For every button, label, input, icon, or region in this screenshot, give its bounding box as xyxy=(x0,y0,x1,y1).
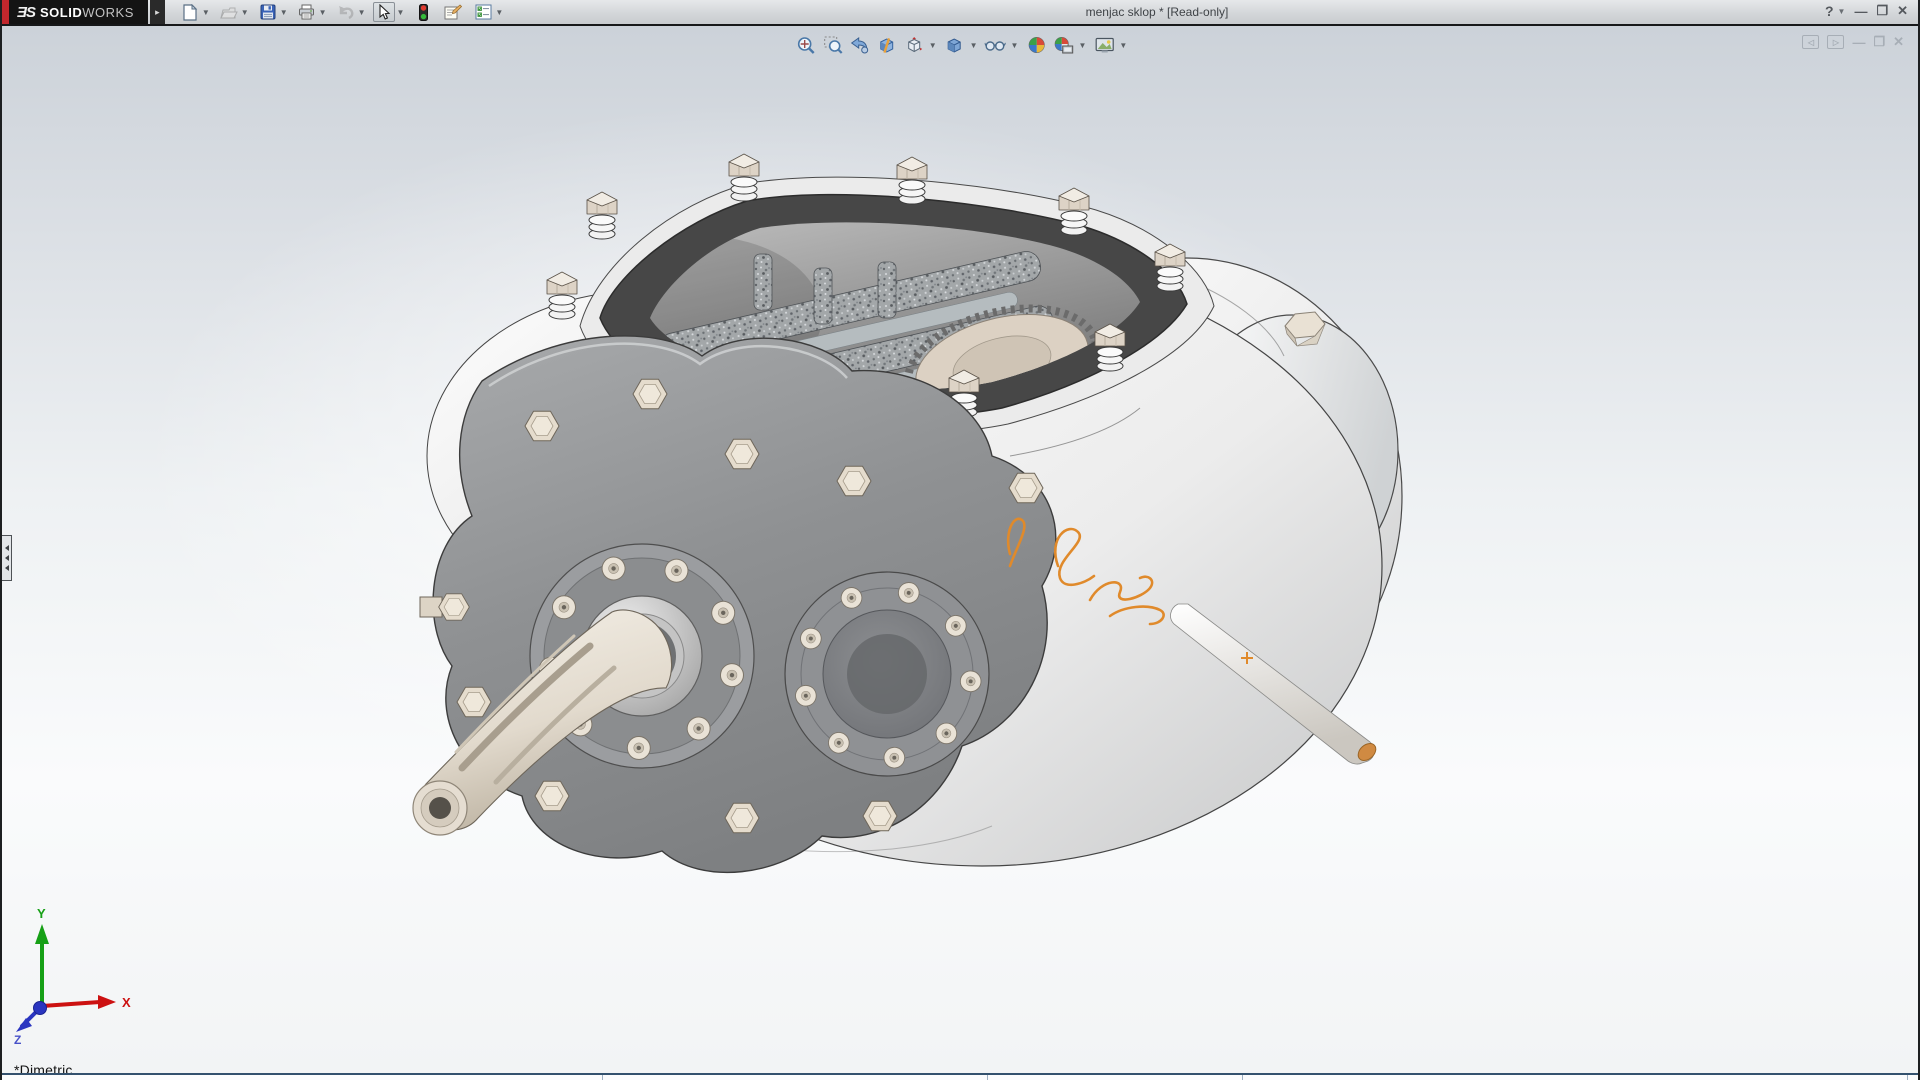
open-button[interactable] xyxy=(218,2,240,22)
solidworks-logo: ƎS SOLIDWORKS xyxy=(2,0,148,24)
display-style-dropdown[interactable]: ▼ xyxy=(970,41,978,50)
status-divider xyxy=(1242,1075,1243,1080)
traffic-light-icon xyxy=(419,4,428,21)
select-cursor-icon xyxy=(377,4,391,20)
solidworks-window: ƎS SOLIDWORKS ▸ ▼ ▼ ▼ ▼ ▼ ▼ xyxy=(0,0,1920,1080)
options-button[interactable] xyxy=(472,2,494,22)
apply-scene-dropdown[interactable]: ▼ xyxy=(1078,41,1086,50)
eyeglasses-icon xyxy=(985,38,1006,52)
triad-y-label: Y xyxy=(37,906,46,921)
open-folder-icon xyxy=(220,5,238,20)
print-button[interactable] xyxy=(296,2,318,22)
edit-note-icon xyxy=(444,4,462,20)
main-toolbar: ▼ ▼ ▼ ▼ ▼ ▼ ▼ xyxy=(179,2,509,22)
new-document-icon xyxy=(182,4,198,21)
view-orientation-label: *Dimetric xyxy=(14,1062,73,1073)
hide-show-dropdown[interactable]: ▼ xyxy=(1011,41,1019,50)
display-style-icon xyxy=(945,36,964,55)
save-button[interactable] xyxy=(257,2,279,22)
section-view-icon xyxy=(877,36,896,55)
rebuild-button[interactable] xyxy=(412,2,434,22)
triad-z-label: Z xyxy=(14,1033,21,1047)
window-controls: ? ▼ — ❐ ✕ xyxy=(1825,3,1908,19)
view-orientation-dropdown[interactable]: ▼ xyxy=(929,41,937,50)
doc-minimize-button[interactable]: — xyxy=(1852,35,1865,50)
title-bar: ƎS SOLIDWORKS ▸ ▼ ▼ ▼ ▼ ▼ ▼ xyxy=(2,0,1918,24)
save-dropdown[interactable]: ▼ xyxy=(280,8,288,17)
status-divider xyxy=(987,1075,988,1080)
zoom-to-area-button[interactable] xyxy=(822,34,844,56)
print-dropdown[interactable]: ▼ xyxy=(319,8,327,17)
undo-dropdown[interactable]: ▼ xyxy=(358,8,366,17)
view-settings-dropdown[interactable]: ▼ xyxy=(1119,41,1127,50)
options-dropdown[interactable]: ▼ xyxy=(495,8,503,17)
save-floppy-icon xyxy=(260,4,276,20)
close-button[interactable]: ✕ xyxy=(1897,3,1908,19)
collapse-left-pane-button[interactable]: ◁ xyxy=(1802,35,1819,49)
minimize-button[interactable]: — xyxy=(1854,4,1867,19)
select-button[interactable] xyxy=(373,2,395,22)
zoom-to-area-icon xyxy=(823,36,842,55)
new-document-button[interactable] xyxy=(179,2,201,22)
triad-x-label: X xyxy=(122,995,131,1010)
undo-button[interactable] xyxy=(335,2,357,22)
apply-scene-icon xyxy=(1053,36,1073,54)
restore-button[interactable]: ❐ xyxy=(1876,3,1888,19)
3d-viewport[interactable]: ▼ ▼ ▼ ▼ ▼ ◁ ▷ — ❐ ✕ xyxy=(2,24,1918,1073)
options-checklist-icon xyxy=(475,4,492,20)
previous-view-icon xyxy=(850,36,870,54)
right-bearing-cover xyxy=(785,572,989,776)
menu-expand-arrow[interactable]: ▸ xyxy=(150,0,165,24)
help-dropdown[interactable]: ▼ xyxy=(1838,7,1846,16)
new-dropdown[interactable]: ▼ xyxy=(202,8,210,17)
status-divider xyxy=(1907,1075,1908,1080)
edit-appearance-button[interactable] xyxy=(1025,34,1047,56)
status-bar xyxy=(2,1073,1918,1080)
undo-icon xyxy=(337,4,355,20)
gearbox-model xyxy=(2,26,1918,1073)
brand-text-solid: SOLID xyxy=(40,5,82,20)
hide-show-items-button[interactable] xyxy=(985,34,1007,56)
section-view-button[interactable] xyxy=(876,34,898,56)
heads-up-toolbar: ▼ ▼ ▼ ▼ ▼ xyxy=(795,34,1130,56)
view-orientation-icon xyxy=(904,36,923,55)
previous-view-button[interactable] xyxy=(849,34,871,56)
side-bolt xyxy=(420,594,469,620)
open-dropdown[interactable]: ▼ xyxy=(241,8,249,17)
view-orientation-button[interactable] xyxy=(903,34,925,56)
doc-close-button[interactable]: ✕ xyxy=(1893,34,1904,50)
solidworks-glyph-icon: ƎS xyxy=(17,4,35,21)
document-window-controls: ◁ ▷ — ❐ ✕ xyxy=(1802,34,1904,50)
display-style-button[interactable] xyxy=(944,34,966,56)
edit-note-button[interactable] xyxy=(442,2,464,22)
reference-triad: Y X Z xyxy=(2,26,162,1073)
view-settings-button[interactable] xyxy=(1093,34,1115,56)
window-title: menjac sklop * [Read-only] xyxy=(1086,5,1229,19)
appearance-ball-icon xyxy=(1027,36,1045,54)
collapse-right-pane-button[interactable]: ▷ xyxy=(1827,35,1844,49)
help-button[interactable]: ? xyxy=(1825,3,1834,19)
apply-scene-button[interactable] xyxy=(1052,34,1074,56)
zoom-to-fit-icon xyxy=(796,36,815,55)
status-divider xyxy=(602,1075,603,1080)
logo-red-stripe xyxy=(2,0,9,24)
select-dropdown[interactable]: ▼ xyxy=(396,8,404,17)
zoom-to-fit-button[interactable] xyxy=(795,34,817,56)
doc-restore-button[interactable]: ❐ xyxy=(1873,34,1885,50)
brand-text-works: WORKS xyxy=(82,5,134,20)
print-icon xyxy=(298,4,315,20)
view-settings-icon xyxy=(1094,37,1114,54)
